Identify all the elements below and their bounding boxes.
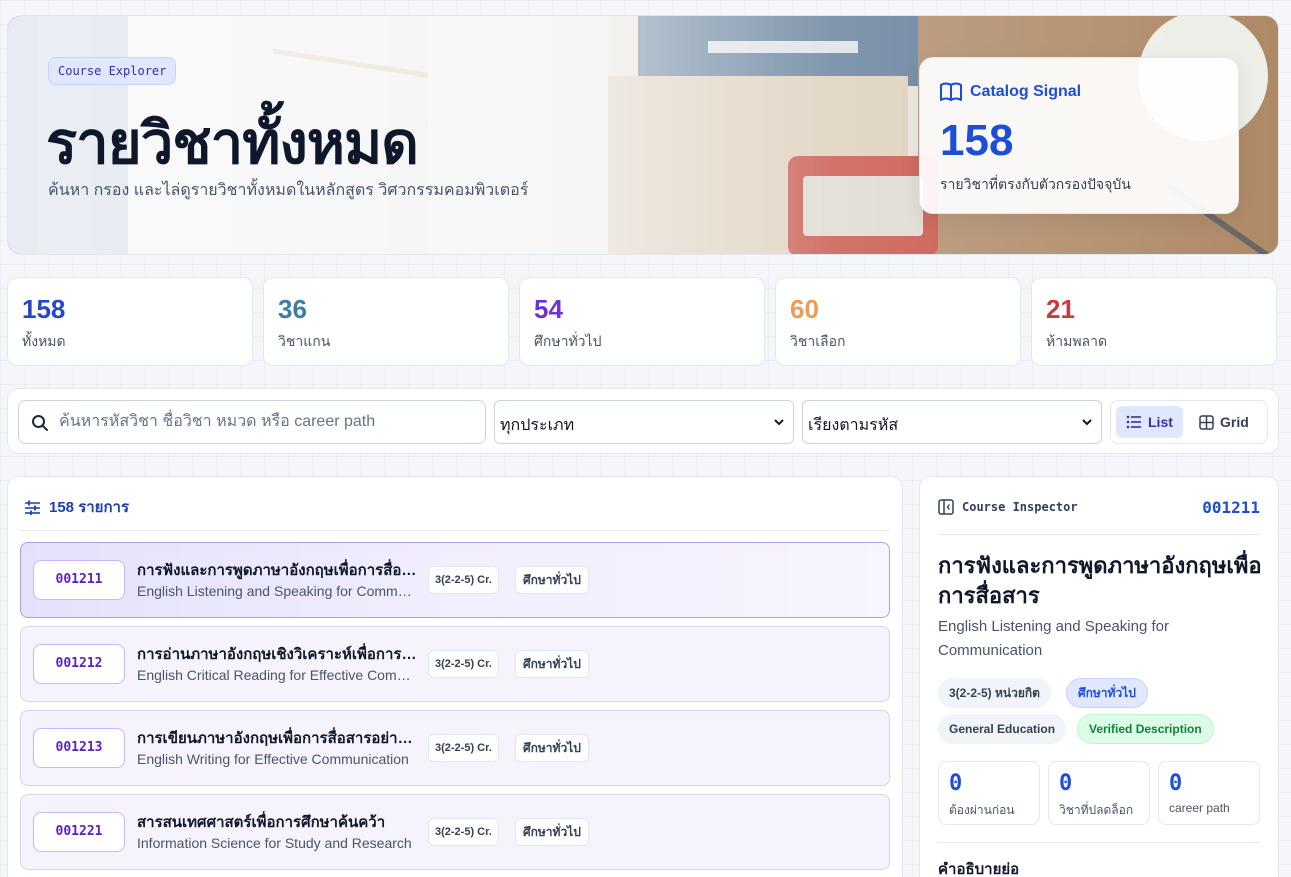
credit-tag: 3(2-2-5) หน่วยกิต: [938, 678, 1051, 708]
course-title-th: การอ่านภาษาอังกฤษเชิงวิเคราะห์เพื่อการสื…: [137, 646, 419, 663]
course-list-panel: 158 รายการ 001211 การฟังและการพูดภาษาอัง…: [7, 476, 903, 877]
course-title-th: การเขียนภาษาอังกฤษเพื่อการสื่อสารอย่างมี…: [137, 730, 419, 747]
list-header: 158 รายการ: [24, 495, 129, 519]
chevron-down-icon: [1082, 419, 1092, 426]
catalog-signal-label: Catalog Signal: [970, 83, 1082, 100]
credit-pill: 3(2-2-5) Cr.: [428, 566, 499, 594]
view-grid-button[interactable]: Grid: [1191, 406, 1263, 438]
page-subtitle: ค้นหา กรอง และไล่ดูรายวิชาทั้งหมดในหลักส…: [48, 182, 529, 199]
result-count: 158 รายการ: [49, 499, 130, 516]
metric-label: career path: [1169, 801, 1230, 815]
credit-pill: 3(2-2-5) Cr.: [428, 734, 499, 762]
divider: [20, 530, 890, 531]
view-grid-label: Grid: [1220, 414, 1249, 430]
course-title-en: English Listening and Speaking for Commu…: [137, 583, 419, 599]
stat-card-must-take: 21 ห้ามพลาด: [1031, 277, 1277, 366]
course-code-badge: 001212: [33, 644, 125, 684]
course-title-en: Information Science for Study and Resear…: [137, 835, 412, 851]
view-list-label: List: [1148, 414, 1173, 430]
stat-value: 54: [534, 294, 563, 324]
category-pill: ศึกษาทั่วไป: [515, 566, 589, 594]
list-icon: [1126, 415, 1141, 429]
category-pill: ศึกษาทั่วไป: [515, 818, 589, 846]
search-box: [18, 400, 486, 444]
chevron-down-icon: [774, 419, 784, 426]
stat-card-total: 158 ทั้งหมด: [7, 277, 253, 366]
stat-label: ห้ามพลาด: [1046, 333, 1108, 349]
view-toggle: List Grid: [1110, 400, 1268, 444]
divider: [938, 534, 1260, 535]
metric-value: 0: [1169, 771, 1183, 796]
inspector-header: Course Inspector: [938, 499, 1078, 515]
course-row[interactable]: 001213 การเขียนภาษาอังกฤษเพื่อการสื่อสาร…: [20, 710, 890, 786]
verified-tag: Verified Description: [1077, 714, 1214, 744]
inspector-course-code: 001211: [1202, 498, 1260, 517]
category-pill: ศึกษาทั่วไป: [515, 734, 589, 762]
course-code-badge: 001221: [33, 812, 125, 852]
book-open-icon: [940, 82, 962, 101]
stat-card-general-education: 54 ศึกษาทั่วไป: [519, 277, 765, 366]
course-title-th: การฟังและการพูดภาษาอังกฤษเพื่อการสื่อสาร: [137, 562, 419, 579]
divider: [938, 842, 1260, 843]
course-row[interactable]: 001211 การฟังและการพูดภาษาอังกฤษเพื่อการ…: [20, 542, 890, 618]
hero-banner: Course Explorer รายวิชาทั้งหมด ค้นหา กรอ…: [7, 15, 1279, 255]
credit-pill: 3(2-2-5) Cr.: [428, 818, 499, 846]
inspector-label: Course Inspector: [962, 500, 1078, 514]
stat-value: 158: [22, 294, 66, 324]
course-code-badge: 001211: [33, 560, 125, 600]
stat-value: 36: [278, 294, 307, 324]
description-heading: คำอธิบายย่อ: [938, 861, 1020, 877]
metric-prerequisites: 0 ต้องผ่านก่อน: [938, 761, 1040, 825]
stat-value: 60: [790, 294, 819, 324]
course-row[interactable]: 001212 การอ่านภาษาอังกฤษเชิงวิเคราะห์เพื…: [20, 626, 890, 702]
course-code-badge: 001213: [33, 728, 125, 768]
course-title-en: English Writing for Effective Communicat…: [137, 751, 409, 767]
search-icon: [32, 415, 48, 431]
search-input[interactable]: [59, 401, 479, 443]
inspector-title: การฟังและการพูดภาษาอังกฤษเพื่อการสื่อสาร: [938, 553, 1262, 608]
filter-toolbar: ทุกประเภท เรียงตามรหัส List Grid: [7, 388, 1279, 454]
inspector-title-en: English Listening and Speaking for Commu…: [938, 618, 1169, 659]
stat-label: วิชาเลือก: [790, 333, 846, 349]
credit-pill: 3(2-2-5) Cr.: [428, 650, 499, 678]
metric-value: 0: [1059, 771, 1073, 796]
catalog-signal-card: Catalog Signal 158 รายวิชาที่ตรงกับตัวกร…: [919, 57, 1239, 214]
stat-card-elective: 60 วิชาเลือก: [775, 277, 1021, 366]
category-pill: ศึกษาทั่วไป: [515, 650, 589, 678]
metric-label: วิชาที่ปลดล็อก: [1059, 803, 1134, 817]
stat-value: 21: [1046, 294, 1075, 324]
group-tag: General Education: [938, 714, 1067, 744]
category-tag: ศึกษาทั่วไป: [1066, 678, 1148, 708]
catalog-signal-header: Catalog Signal: [940, 82, 1081, 102]
metric-unlocks: 0 วิชาที่ปลดล็อก: [1048, 761, 1150, 825]
stat-label: วิชาแกน: [278, 333, 331, 349]
sliders-icon: [25, 500, 40, 515]
sort-value: เรียงตามรหัส: [808, 417, 899, 434]
type-filter-value: ทุกประเภท: [500, 417, 575, 434]
metric-label: ต้องผ่านก่อน: [949, 803, 1015, 817]
course-title-en: English Critical Reading for Effective C…: [137, 667, 419, 683]
hero-chip: Course Explorer: [48, 57, 177, 85]
stat-label: ทั้งหมด: [22, 333, 66, 349]
course-row[interactable]: 001221 สารสนเทศศาสตร์เพื่อการศึกษาค้นคว้…: [20, 794, 890, 870]
grid-icon: [1199, 414, 1214, 430]
metric-career-path: 0 career path: [1158, 761, 1260, 825]
stat-label: ศึกษาทั่วไป: [534, 333, 602, 349]
course-title-th: สารสนเทศศาสตร์เพื่อการศึกษาค้นคว้า: [137, 814, 386, 831]
panel-left-icon: [938, 499, 954, 515]
page-title: รายวิชาทั้งหมด: [46, 111, 419, 176]
course-inspector-panel: Course Inspector 001211 การฟังและการพูดภ…: [919, 476, 1279, 877]
catalog-signal-caption: รายวิชาที่ตรงกับตัวกรองปัจจุบัน: [940, 176, 1131, 192]
stat-card-core: 36 วิชาแกน: [263, 277, 509, 366]
catalog-signal-value: 158: [940, 116, 1014, 165]
view-list-button[interactable]: List: [1116, 406, 1183, 438]
sort-select[interactable]: เรียงตามรหัส: [802, 400, 1102, 444]
type-filter-select[interactable]: ทุกประเภท: [494, 400, 794, 444]
metric-value: 0: [949, 771, 963, 796]
